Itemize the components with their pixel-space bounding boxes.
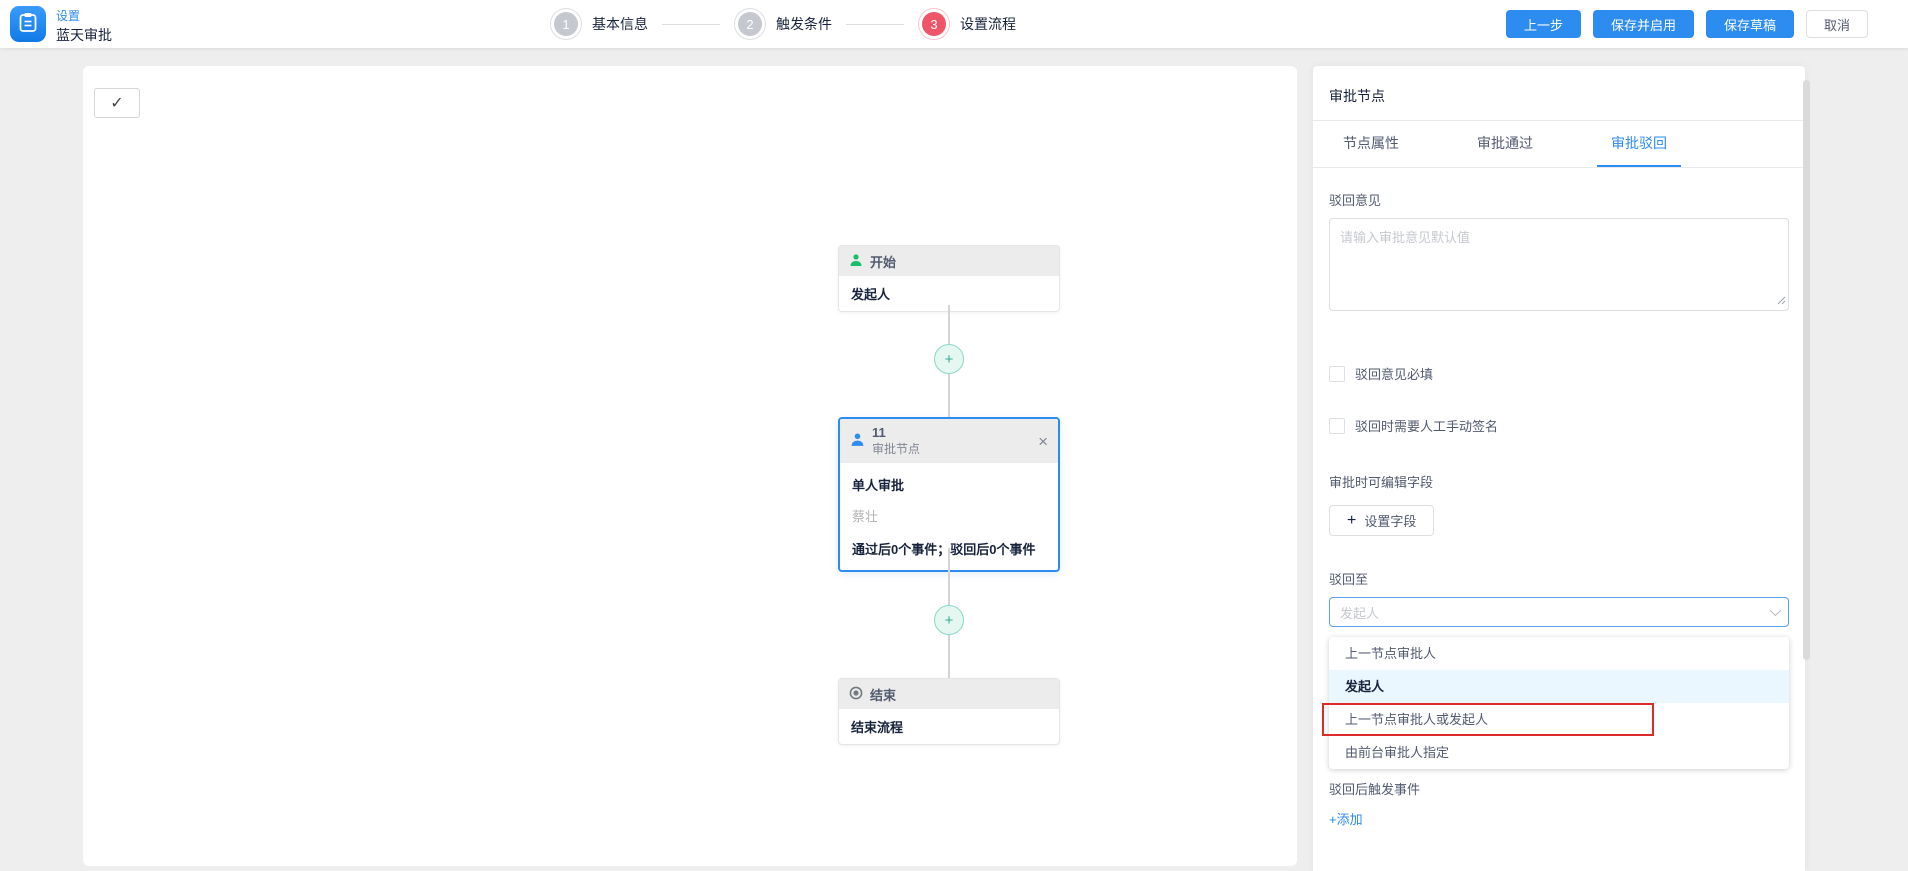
step-3-circle: 3	[922, 12, 946, 36]
approval-assignee: 蔡壮	[852, 506, 1046, 525]
plus-icon: +	[945, 351, 954, 368]
reject-to-value: 发起人	[1340, 603, 1379, 622]
check-icon: ✓	[110, 93, 123, 113]
app-logo	[10, 6, 46, 42]
end-target-icon	[849, 686, 863, 703]
plus-icon: +	[1347, 513, 1356, 529]
after-reject-events-label: 驳回后触发事件	[1329, 779, 1789, 798]
step-basic-info: 1 基本信息	[550, 12, 648, 36]
step-2-label: 触发条件	[776, 14, 832, 34]
step-connector	[846, 24, 904, 25]
approval-node-subtitle: 审批节点	[872, 442, 920, 457]
dropdown-option-selected[interactable]: 发起人	[1329, 670, 1789, 703]
plus-icon: +	[945, 612, 954, 629]
dropdown-option-annotated[interactable]: 上一节点审批人或发起人	[1329, 703, 1789, 736]
panel-scrollbar[interactable]	[1803, 80, 1810, 660]
save-and-enable-button[interactable]: 保存并启用	[1593, 10, 1694, 38]
stepper: 1 基本信息 2 触发条件 3 设置流程	[550, 0, 1016, 48]
reject-to-select[interactable]: 发起人	[1329, 597, 1789, 627]
step-3-label: 设置流程	[960, 14, 1016, 34]
dropdown-option[interactable]: 上一节点审批人	[1329, 637, 1789, 670]
checkbox-label: 驳回意见必填	[1355, 364, 1433, 383]
chevron-down-icon	[1770, 605, 1781, 616]
set-fields-label: 设置字段	[1364, 511, 1416, 530]
user-icon	[850, 432, 865, 450]
step-setup-flow: 3 设置流程	[918, 12, 1016, 36]
multi-select-button[interactable]: ✓	[94, 88, 140, 118]
end-node-header: 结束	[839, 679, 1059, 709]
tab-approval-pass[interactable]: 审批通过	[1463, 121, 1547, 167]
approval-mode: 单人审批	[852, 475, 1046, 494]
app-title: 蓝天审批	[56, 25, 112, 45]
end-node-body: 结束流程	[839, 709, 1059, 744]
reject-opinion-label: 驳回意见	[1329, 190, 1789, 209]
start-node-header: 开始	[839, 246, 1059, 276]
checkbox-unchecked-icon[interactable]	[1329, 366, 1345, 382]
tab-approval-reject[interactable]: 审批驳回	[1597, 121, 1681, 167]
reject-to-dropdown: 上一节点审批人 发起人 上一节点审批人或发起人 由前台审批人指定	[1329, 637, 1789, 769]
reject-to-label: 驳回至	[1329, 569, 1789, 588]
reject-opinion-required-row[interactable]: 驳回意见必填	[1329, 364, 1789, 383]
checkbox-label: 驳回时需要人工手动签名	[1355, 416, 1498, 435]
checkbox-unchecked-icon[interactable]	[1329, 418, 1345, 434]
step-trigger-condition: 2 触发条件	[734, 12, 832, 36]
panel-title: 审批节点	[1313, 66, 1805, 121]
step-2-circle: 2	[738, 12, 762, 36]
end-node-title: 结束	[870, 685, 896, 704]
start-node[interactable]: 开始 发起人	[838, 245, 1060, 312]
node-settings-panel: 审批节点 节点属性 审批通过 审批驳回 驳回意见 驳回意见必填 驳回时需要人工手…	[1313, 66, 1805, 871]
flow-canvas: ✓ 开始 发起人 + 11	[83, 66, 1297, 866]
step-connector	[662, 24, 720, 25]
top-bar: 设置 蓝天审批 1 基本信息 2 触发条件 3 设置流程 上一步 保存并启用 保…	[0, 0, 1908, 48]
tab-node-properties[interactable]: 节点属性	[1329, 121, 1413, 167]
settings-link[interactable]: 设置	[56, 7, 80, 24]
step-1-circle: 1	[554, 12, 578, 36]
close-icon[interactable]: ×	[1038, 433, 1048, 450]
add-node-button[interactable]: +	[934, 605, 964, 635]
save-draft-button[interactable]: 保存草稿	[1706, 10, 1794, 38]
panel-tabs: 节点属性 审批通过 审批驳回	[1313, 121, 1805, 168]
prev-step-button[interactable]: 上一步	[1506, 10, 1581, 38]
manual-signature-row[interactable]: 驳回时需要人工手动签名	[1329, 416, 1789, 435]
reject-opinion-textarea[interactable]	[1329, 218, 1789, 311]
approval-node-title: 11	[872, 425, 920, 441]
approval-node-header: 11 审批节点 ×	[840, 419, 1058, 463]
add-node-button[interactable]: +	[934, 344, 964, 374]
clipboard-icon	[19, 12, 37, 37]
cancel-button[interactable]: 取消	[1806, 10, 1868, 38]
add-event-link[interactable]: +添加	[1329, 809, 1363, 828]
user-icon	[849, 253, 863, 270]
set-fields-button[interactable]: + 设置字段	[1329, 505, 1434, 536]
editable-fields-label: 审批时可编辑字段	[1329, 472, 1789, 491]
start-node-title: 开始	[870, 252, 896, 271]
end-node[interactable]: 结束 结束流程	[838, 678, 1060, 745]
topbar-actions: 上一步 保存并启用 保存草稿 取消	[1506, 10, 1868, 38]
step-1-label: 基本信息	[592, 14, 648, 34]
dropdown-option[interactable]: 由前台审批人指定	[1329, 736, 1789, 769]
